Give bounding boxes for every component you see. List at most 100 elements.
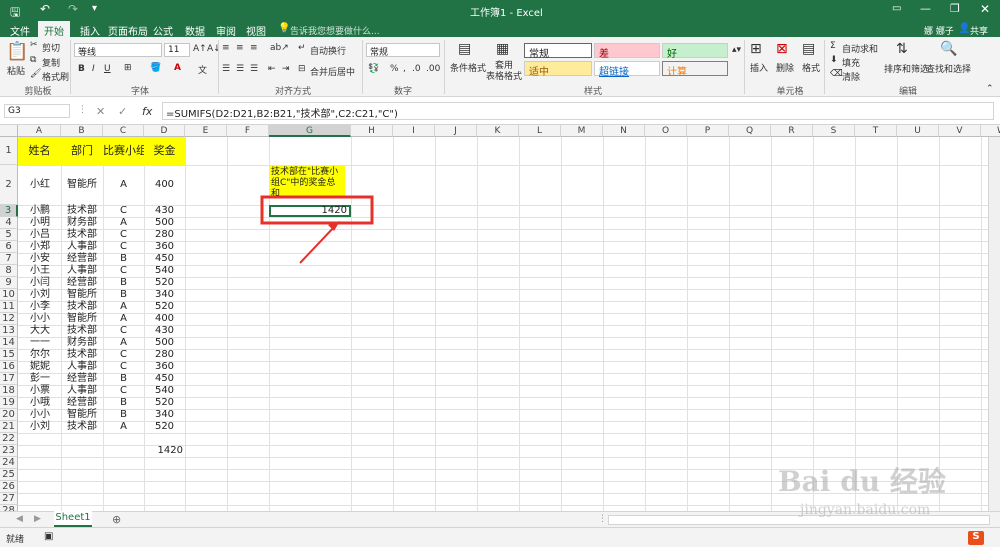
user-name[interactable]: 娜 娜子 [924,24,954,37]
format-painter-icon[interactable]: 🖌 [30,69,41,79]
insert-cells-icon[interactable]: ⊞ [750,41,762,57]
styles-scroll-icon[interactable]: ▴▾ [732,45,741,55]
align-left-icon[interactable]: ☰ [222,64,230,74]
share-icon[interactable]: 👤 [958,23,970,34]
group-editing-label: 编辑 [898,87,917,97]
merge-center-icon[interactable]: ⊟ [298,64,306,74]
cancel-icon[interactable]: ✕ [96,105,105,118]
tab-insert[interactable]: 插入 [80,23,100,38]
borders-icon[interactable]: ⊞ [124,63,132,73]
group-alignment-label: 对齐方式 [274,87,311,97]
cut-icon[interactable]: ✂ [30,40,38,50]
style-normal[interactable]: 常规 [524,43,592,60]
italic-icon[interactable]: I [92,64,95,74]
customize-toolbar-icon[interactable]: ▾ [92,3,97,14]
phonetic-icon[interactable]: 文 [198,63,207,76]
fill-button[interactable]: 填充 [842,56,860,69]
close-icon[interactable]: ✕ [980,2,990,16]
next-sheet-icon[interactable]: ▶ [34,514,41,524]
autosum-icon[interactable]: Σ [830,41,836,51]
collapse-ribbon-icon[interactable]: ⌃ [986,84,994,94]
share-button[interactable]: 共享 [970,24,988,37]
insert-cells-button[interactable]: 插入 [750,61,768,74]
increase-decimal-icon[interactable]: .0 [412,64,421,74]
conditional-format-button[interactable]: 条件格式 [450,61,486,74]
delete-cells-icon[interactable]: ⊠ [776,41,788,57]
wrap-text-icon[interactable]: ↵ [298,43,306,53]
name-box[interactable]: G3 [4,104,70,118]
font-name-select[interactable]: 等线 [74,43,162,58]
clear-button[interactable]: 清除 [842,70,860,83]
percent-icon[interactable]: % [390,64,399,74]
cut-button[interactable]: 剪切 [42,41,60,54]
comma-icon[interactable]: , [403,64,406,74]
tab-formulas[interactable]: 公式 [153,23,173,38]
sort-filter-icon[interactable]: ⇅ [896,41,908,57]
format-table-icon[interactable]: ▦ [496,41,509,57]
enter-icon[interactable]: ✓ [118,105,127,118]
decrease-indent-icon[interactable]: ⇤ [268,64,276,74]
bold-icon[interactable]: B [78,64,85,74]
minimize-icon[interactable]: — [920,2,931,15]
wrap-text-button[interactable]: 自动换行 [310,44,346,57]
align-center-icon[interactable]: ☰ [236,64,244,74]
formula-input[interactable]: =SUMIFS(D2:D21,B2:B21,"技术部",C2:C21,"C") [162,102,994,120]
restore-icon[interactable]: ❐ [950,2,960,15]
increase-indent-icon[interactable]: ⇥ [282,64,290,74]
macro-record-icon[interactable]: ▣ [44,531,53,542]
style-calculation[interactable]: 计算 [662,61,728,78]
align-middle-icon[interactable]: ≡ [236,43,244,53]
align-bottom-icon[interactable]: ≡ [250,43,258,53]
paste-button[interactable]: 粘贴 [7,64,25,77]
style-good[interactable]: 好 [662,43,728,60]
currency-icon[interactable]: 💱 [368,64,379,74]
fill-icon[interactable]: ⬇ [830,55,838,65]
paste-icon[interactable]: 📋 [6,41,28,62]
tab-page-layout[interactable]: 页面布局 [108,23,148,38]
underline-icon[interactable]: U [104,64,111,74]
prev-sheet-icon[interactable]: ◀ [16,514,23,524]
format-painter-button[interactable]: 格式刷 [42,70,69,83]
merge-center-button[interactable]: 合并后居中 [310,65,355,78]
add-sheet-icon[interactable]: ⊕ [112,513,121,526]
worksheet-grid[interactable]: ABCDEFGHIJKLMNOPQRSTUVW 1234567891011121… [0,125,1000,511]
tab-file[interactable]: 文件 [10,23,30,38]
ribbon-display-icon[interactable]: ▭ [892,3,901,14]
style-bad[interactable]: 差 [594,43,660,60]
orientation-icon[interactable]: ab↗ [270,43,289,53]
copy-button[interactable]: 复制 [42,56,60,69]
font-size-select[interactable]: 11 [164,43,190,57]
tab-data[interactable]: 数据 [185,23,205,38]
vertical-scrollbar[interactable] [988,137,1000,511]
clear-icon[interactable]: ⌫ [830,69,843,79]
find-select-button[interactable]: 查找和选择 [926,62,971,75]
tab-home[interactable]: 开始 [38,21,70,38]
sheet-tab-sheet1[interactable]: Sheet1 [54,511,92,527]
autosum-button[interactable]: 自动求和 [842,42,878,55]
fill-color-icon[interactable]: 🪣 [150,63,161,73]
align-top-icon[interactable]: ≡ [222,43,230,53]
insert-function-icon[interactable]: fx [142,105,152,118]
style-hyperlink[interactable]: 超链接 [594,61,660,78]
find-select-icon[interactable]: 🔍 [940,41,957,57]
format-table-button[interactable]: 套用 表格格式 [486,61,522,83]
format-cells-icon[interactable]: ▤ [802,41,815,57]
tell-me-icon[interactable]: 💡 [278,23,290,34]
grow-font-icon[interactable]: A↑ [193,44,207,54]
sort-filter-button[interactable]: 排序和筛选 [884,62,929,75]
conditional-format-icon[interactable]: ▤ [458,41,471,57]
delete-cells-button[interactable]: 删除 [776,61,794,74]
font-color-icon[interactable]: A [174,63,181,73]
align-right-icon[interactable]: ☰ [250,64,258,74]
undo-icon[interactable]: ↶ [40,2,50,16]
decrease-decimal-icon[interactable]: .00 [426,64,440,74]
format-cells-button[interactable]: 格式 [802,61,820,74]
number-format-select[interactable]: 常规 [366,43,440,58]
input-method-badge[interactable]: S [968,531,984,545]
redo-icon[interactable]: ↷ [68,2,78,16]
tell-me-input[interactable]: 告诉我您想要做什么... [290,24,380,37]
tab-review[interactable]: 审阅 [216,23,236,38]
style-neutral[interactable]: 适中 [524,61,592,78]
copy-icon[interactable]: ⧉ [30,55,36,65]
tab-view[interactable]: 视图 [246,23,266,38]
